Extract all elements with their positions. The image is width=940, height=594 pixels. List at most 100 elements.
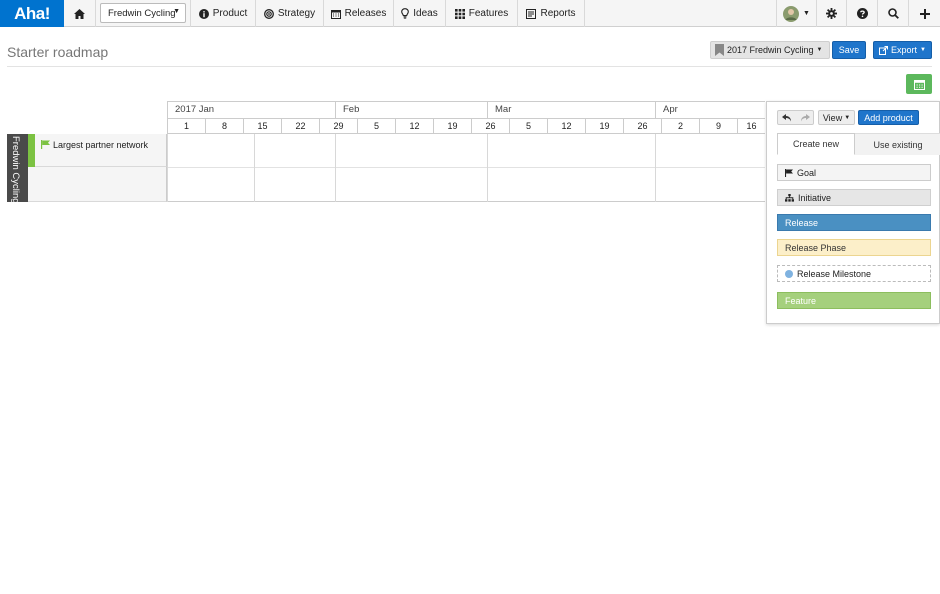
caret-down-icon: ▼ bbox=[816, 47, 823, 53]
roadmap-selector-label: 2017 Fredwin Cycling bbox=[727, 45, 814, 55]
add-product-button[interactable]: Add product bbox=[858, 110, 919, 125]
feature-tile[interactable]: Feature bbox=[777, 292, 931, 309]
export-button-label: Export bbox=[891, 45, 918, 55]
empty-row-header[interactable] bbox=[28, 167, 167, 202]
grid-icon bbox=[454, 8, 465, 19]
settings-button[interactable] bbox=[817, 0, 847, 27]
title-divider bbox=[7, 66, 932, 67]
undo-redo-group bbox=[777, 110, 814, 125]
info-circle-icon bbox=[198, 8, 209, 19]
caret-down-icon: ▼ bbox=[173, 8, 180, 15]
redo-icon[interactable] bbox=[800, 113, 810, 122]
row-divider bbox=[167, 167, 765, 168]
release-tile[interactable]: Release bbox=[777, 214, 931, 231]
week-label: 19 bbox=[585, 119, 623, 133]
product-row-label: Fredwin Cycling bbox=[7, 134, 28, 204]
month-label: Mar bbox=[487, 102, 655, 119]
nav-ideas[interactable]: Ideas bbox=[394, 0, 446, 27]
add-product-label: Add product bbox=[864, 112, 913, 123]
caret-down-icon: ▼ bbox=[844, 114, 851, 121]
product-selector[interactable]: Fredwin Cycling ▼ bbox=[100, 3, 186, 23]
month-label: 2017 Jan bbox=[167, 102, 335, 119]
undo-icon[interactable] bbox=[781, 113, 792, 122]
nav-releases-label: Releases bbox=[344, 8, 387, 19]
grid-line bbox=[335, 134, 336, 202]
top-navigation: Aha! Fredwin Cycling ▼ Product Strategy … bbox=[0, 0, 940, 27]
view-dropdown[interactable]: View ▼ bbox=[818, 110, 855, 125]
week-label: 29 bbox=[319, 119, 357, 133]
grid-line bbox=[167, 134, 168, 202]
bookmark-icon bbox=[715, 44, 724, 56]
release-tile-label: Release bbox=[785, 217, 819, 228]
panel-tabs: Create new Use existing bbox=[777, 133, 940, 155]
week-label: 16 bbox=[737, 119, 765, 133]
week-label: 9 bbox=[699, 119, 737, 133]
save-button[interactable]: Save bbox=[832, 41, 866, 59]
page-title: Starter roadmap bbox=[7, 44, 109, 60]
gear-icon bbox=[826, 8, 837, 19]
timeline-weeks: 1 8 15 22 29 5 12 19 26 5 12 19 26 2 9 1… bbox=[167, 119, 765, 134]
share-icon bbox=[879, 45, 889, 55]
flag-icon bbox=[41, 140, 50, 149]
release-phase-tile-label: Release Phase bbox=[785, 242, 847, 253]
week-label: 26 bbox=[623, 119, 661, 133]
caret-down-icon: ▼ bbox=[920, 47, 926, 53]
timeline-months: 2017 Jan Feb Mar Apr bbox=[167, 101, 765, 119]
milestone-dot-icon bbox=[785, 269, 793, 278]
goal-tile-label: Goal bbox=[797, 167, 817, 178]
nav-ideas-label: Ideas bbox=[413, 8, 438, 19]
tab-use-existing-label: Use existing bbox=[873, 139, 923, 150]
calendar-icon bbox=[913, 79, 925, 90]
nav-features-label: Features bbox=[468, 8, 509, 19]
goal-row-header[interactable]: Largest partner network bbox=[35, 134, 167, 167]
aha-logo[interactable]: Aha! bbox=[0, 0, 64, 27]
nav-strategy-label: Strategy bbox=[277, 8, 316, 19]
nav-releases[interactable]: Releases bbox=[324, 0, 394, 27]
grid-line bbox=[655, 134, 656, 202]
week-label: 1 bbox=[167, 119, 205, 133]
nav-reports[interactable]: Reports bbox=[518, 0, 585, 27]
feature-tile-label: Feature bbox=[785, 295, 817, 306]
nav-features[interactable]: Features bbox=[446, 0, 518, 27]
nav-product[interactable]: Product bbox=[190, 0, 256, 27]
tab-create-new[interactable]: Create new bbox=[777, 133, 855, 155]
week-label: 15 bbox=[243, 119, 281, 133]
export-button[interactable]: Export ▼ bbox=[873, 41, 932, 59]
help-button[interactable] bbox=[847, 0, 878, 27]
add-item-panel: View ▼ Add product Create new Use existi… bbox=[766, 101, 940, 324]
search-icon bbox=[887, 8, 899, 19]
tab-use-existing[interactable]: Use existing bbox=[855, 133, 940, 155]
nav-strategy[interactable]: Strategy bbox=[256, 0, 324, 27]
question-circle-icon bbox=[856, 8, 868, 19]
avatar bbox=[783, 5, 800, 22]
calendar-view-button[interactable] bbox=[906, 74, 932, 94]
goal-color-bar bbox=[28, 134, 35, 167]
product-selector-label: Fredwin Cycling bbox=[108, 7, 176, 19]
user-menu[interactable]: ▼ bbox=[776, 0, 817, 27]
nav-reports-label: Reports bbox=[540, 8, 576, 19]
roadmap-grid[interactable] bbox=[167, 134, 765, 202]
flag-icon bbox=[785, 168, 793, 177]
grid-line bbox=[487, 134, 488, 202]
week-label: 12 bbox=[547, 119, 585, 133]
search-button[interactable] bbox=[878, 0, 909, 27]
lightbulb-icon bbox=[401, 8, 410, 19]
add-button[interactable] bbox=[909, 0, 940, 27]
release-milestone-tile[interactable]: Release Milestone bbox=[777, 265, 931, 282]
home-icon bbox=[74, 8, 85, 19]
target-icon bbox=[263, 8, 274, 19]
week-label: 26 bbox=[471, 119, 509, 133]
week-label: 19 bbox=[433, 119, 471, 133]
sitemap-icon bbox=[785, 193, 794, 202]
nav-product-label: Product bbox=[212, 8, 248, 19]
goal-row-label: Largest partner network bbox=[53, 140, 149, 150]
product-row-name: Fredwin Cycling bbox=[10, 136, 21, 204]
goal-tile[interactable]: Goal bbox=[777, 164, 931, 181]
week-label: 5 bbox=[509, 119, 547, 133]
initiative-tile-label: Initiative bbox=[798, 192, 832, 203]
release-phase-tile[interactable]: Release Phase bbox=[777, 239, 931, 256]
roadmap-selector[interactable]: 2017 Fredwin Cycling ▼ bbox=[710, 41, 830, 59]
initiative-tile[interactable]: Initiative bbox=[777, 189, 931, 206]
home-button[interactable] bbox=[64, 0, 96, 27]
week-label: 5 bbox=[357, 119, 395, 133]
